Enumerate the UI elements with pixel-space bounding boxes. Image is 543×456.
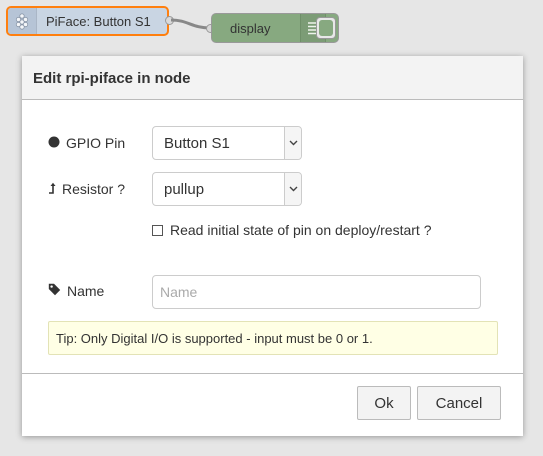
resistor-select[interactable]: pullup	[152, 172, 302, 206]
piface-node[interactable]: PiFace: Button S1	[6, 6, 169, 36]
raspberry-pi-icon	[8, 8, 37, 34]
ok-button[interactable]: Ok	[357, 386, 411, 420]
read-initial-state-checkbox[interactable]	[152, 224, 163, 236]
tip-box: Tip: Only Digital I/O is supported - inp…	[48, 321, 498, 355]
dialog-footer: Ok Cancel	[22, 373, 523, 437]
resistor-label-group: Resistor ?	[48, 181, 125, 197]
gpio-pin-label-group: GPIO Pin	[48, 135, 125, 151]
circle-icon	[48, 135, 60, 151]
tag-icon	[48, 283, 61, 299]
flow-canvas[interactable]: PiFace: Button S1 display Edit rpi-pifac…	[0, 0, 543, 456]
gpio-pin-value: Button S1	[164, 134, 230, 152]
name-label-group: Name	[48, 283, 104, 299]
name-input[interactable]	[152, 275, 481, 309]
resistor-value: pullup	[164, 180, 205, 198]
read-initial-state-label: Read initial state of pin on deploy/rest…	[170, 222, 432, 238]
gpio-pin-label: GPIO Pin	[66, 135, 126, 151]
level-up-icon	[48, 181, 56, 197]
display-node-label: display	[230, 20, 271, 36]
cancel-button[interactable]: Cancel	[417, 386, 501, 420]
resistor-label: Resistor ?	[62, 181, 126, 197]
read-initial-state-option[interactable]: Read initial state of pin on deploy/rest…	[152, 222, 432, 238]
chevron-down-icon	[284, 173, 301, 205]
display-node[interactable]: display	[211, 13, 339, 43]
dialog-title: Edit rpi-piface in node	[22, 56, 523, 100]
piface-node-label: PiFace: Button S1	[46, 13, 151, 29]
name-label: Name	[67, 283, 105, 299]
gpio-pin-select[interactable]: Button S1	[152, 126, 302, 160]
edit-node-dialog: Edit rpi-piface in node GPIO Pin Button …	[22, 56, 523, 436]
chevron-down-icon	[284, 127, 301, 159]
debug-toggle-button[interactable]	[316, 17, 336, 39]
